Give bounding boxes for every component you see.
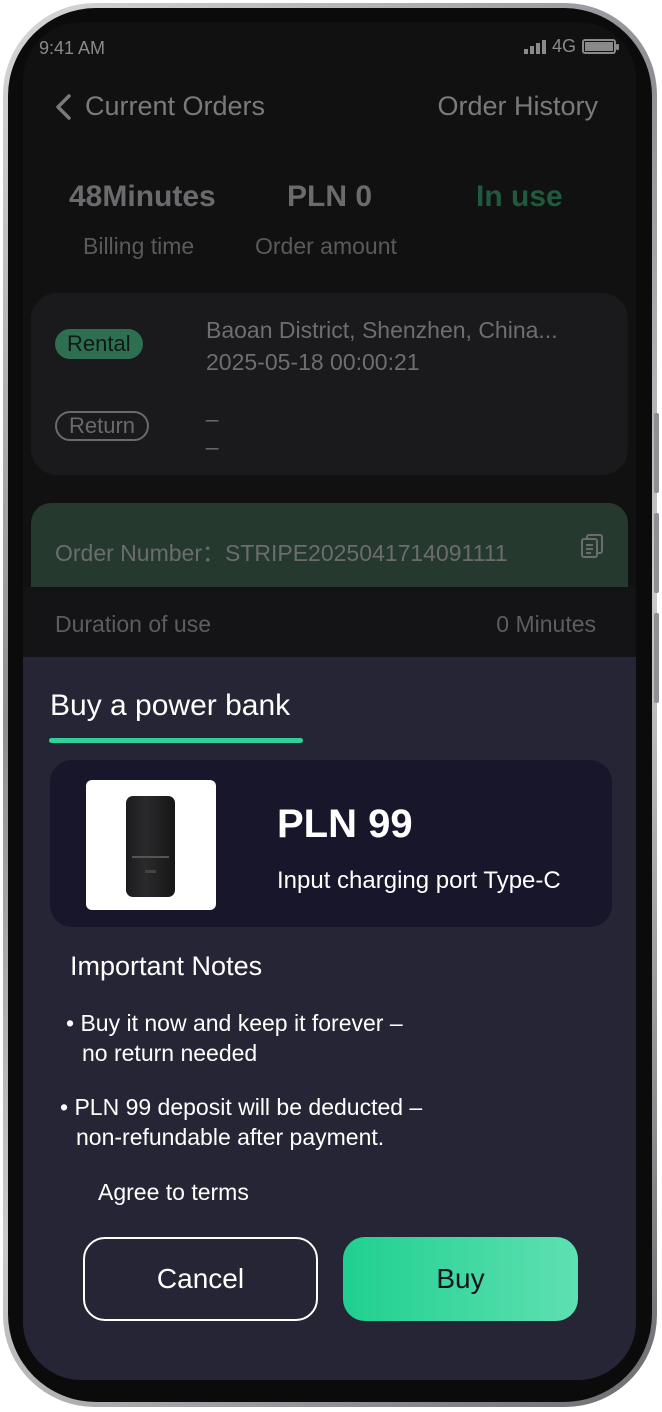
- note-line: non-refundable after payment.: [76, 1124, 385, 1150]
- app-screen: 9:41 AM 4G Current Orders Order History …: [23, 22, 636, 1380]
- status-bar: 9:41 AM 4G: [23, 22, 636, 72]
- status-badge: In use: [476, 180, 563, 213]
- volume-up-button: [654, 413, 659, 493]
- network-type: 4G: [551, 36, 576, 56]
- product-port: Input charging port Type-C: [277, 867, 561, 894]
- nav-bar: Current Orders Order History: [23, 84, 636, 134]
- agree-terms[interactable]: Agree to terms: [98, 1179, 249, 1206]
- return-time: _: [206, 425, 219, 450]
- billing-time-value: 48Minutes: [69, 180, 216, 213]
- note-line: no return needed: [82, 1040, 258, 1066]
- rental-pill: Rental: [55, 329, 143, 359]
- status-time: 9:41 AM: [39, 38, 106, 58]
- back-icon[interactable]: [49, 90, 81, 124]
- cancel-button[interactable]: Cancel: [83, 1237, 318, 1321]
- battery-icon: [582, 39, 619, 54]
- order-amount-label: Order amount: [255, 233, 397, 259]
- page-title: Current Orders: [85, 91, 266, 121]
- return-address: _: [206, 397, 219, 422]
- rental-address: Baoan District, Shenzhen, China...: [206, 317, 558, 343]
- product-card: PLN 99 Input charging port Type-C: [50, 760, 612, 927]
- order-number: Order Number：STRIPE2025041714091111: [55, 540, 508, 566]
- note-deposit: • PLN 99 deposit will be deducted – non-…: [60, 1092, 422, 1152]
- order-history-link[interactable]: Order History: [437, 91, 598, 122]
- sheet-title: Buy a power bank: [50, 689, 291, 722]
- order-amount-value: PLN 0: [287, 180, 373, 213]
- note-line: • PLN 99 deposit will be deducted –: [60, 1094, 423, 1120]
- signal-icon: [523, 39, 546, 54]
- product-price: PLN 99: [277, 802, 413, 846]
- order-number-bar: Order Number：STRIPE2025041714091111: [31, 503, 628, 587]
- status-right: 4G: [523, 36, 619, 57]
- title-underline: [49, 738, 303, 743]
- location-card: Rental Baoan District, Shenzhen, China..…: [31, 293, 628, 475]
- power-bank-icon: [126, 796, 175, 897]
- power-bank-image: [86, 780, 216, 910]
- duration-row: Duration of use 0 Minutes: [23, 587, 636, 657]
- buy-sheet: Buy a power bank PLN 99 Input charging p…: [23, 657, 636, 1380]
- power-button: [654, 613, 659, 703]
- notes-title: Important Notes: [70, 951, 263, 981]
- duration-label: Duration of use: [55, 611, 211, 637]
- return-pill: Return: [55, 411, 150, 441]
- volume-down-button: [654, 513, 659, 593]
- rental-time: 2025-05-18 00:00:21: [206, 349, 420, 375]
- duration-value: 0 Minutes: [496, 611, 596, 637]
- note-keep-forever: • Buy it now and keep it forever – no re…: [66, 1008, 403, 1068]
- note-line: • Buy it now and keep it forever –: [66, 1010, 403, 1036]
- billing-time-label: Billing time: [83, 233, 195, 259]
- copy-icon[interactable]: [580, 533, 604, 559]
- buy-button[interactable]: Buy: [343, 1237, 578, 1321]
